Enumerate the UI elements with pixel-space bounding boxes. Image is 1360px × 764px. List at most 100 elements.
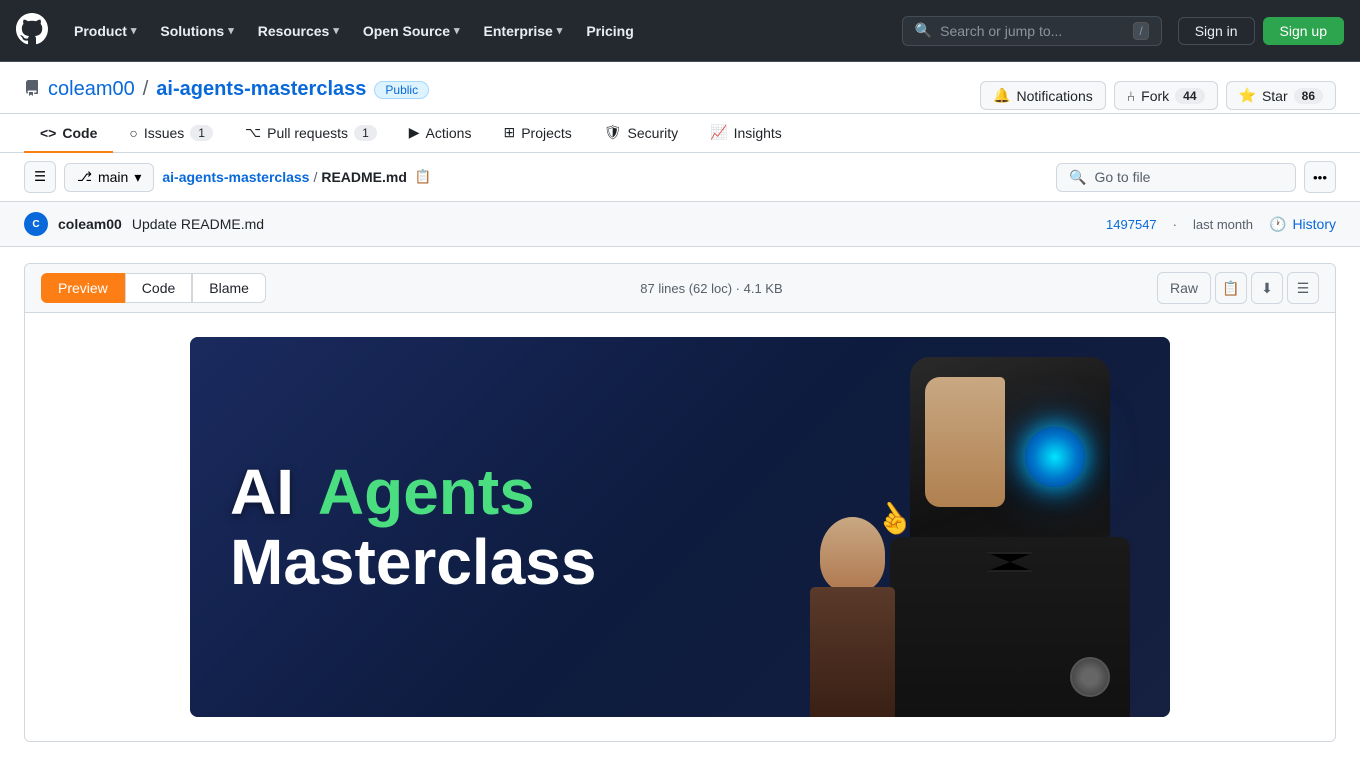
- commit-right: 1497547 · last month 🕐 History: [1106, 216, 1336, 233]
- tab-security[interactable]: 🛡 Security: [588, 114, 694, 153]
- copy-content-button[interactable]: 📋: [1215, 272, 1247, 304]
- commit-left: C coleam00 Update README.md: [24, 212, 264, 236]
- fork-icon: ⑃: [1127, 88, 1135, 104]
- readme-content: AI Agents Masterclass: [25, 313, 1335, 741]
- chevron-down-icon: ▾: [333, 24, 339, 37]
- star-icon: ⭐: [1239, 87, 1256, 104]
- signup-button[interactable]: Sign up: [1263, 17, 1344, 45]
- repo-owner-link[interactable]: coleam00: [48, 78, 135, 101]
- sidebar-icon: ☰: [34, 169, 46, 185]
- file-viewer-header: Preview Code Blame 87 lines (62 loc) · 4…: [25, 264, 1335, 313]
- file-metadata: 87 lines (62 loc) · 4.1 KB: [640, 281, 782, 296]
- file-view-tabs: Preview Code Blame: [41, 273, 266, 303]
- chevron-down-icon: ▾: [131, 24, 137, 37]
- nav-pricing[interactable]: Pricing: [576, 17, 643, 45]
- github-logo[interactable]: [16, 13, 48, 48]
- notifications-button[interactable]: 🔔 Notifications: [980, 81, 1106, 110]
- raw-button[interactable]: Raw: [1157, 272, 1211, 304]
- robot-eye: [1025, 427, 1085, 487]
- file-viewer: Preview Code Blame 87 lines (62 loc) · 4…: [24, 263, 1336, 742]
- bell-icon: 🔔: [993, 87, 1010, 104]
- nav-open-source[interactable]: Open Source ▾: [353, 17, 470, 45]
- ellipsis-icon: •••: [1313, 170, 1327, 185]
- person-figure: [810, 517, 910, 717]
- commit-sha[interactable]: 1497547: [1106, 217, 1157, 232]
- more-options-button[interactable]: •••: [1304, 161, 1336, 193]
- tab-issues[interactable]: ○ Issues 1: [113, 115, 229, 153]
- tab-code-view[interactable]: Code: [125, 273, 192, 303]
- breadcrumb-file: README.md: [321, 169, 407, 185]
- banner-line1: AI Agents: [230, 457, 750, 527]
- actions-icon: ▶: [409, 124, 420, 141]
- nav-enterprise[interactable]: Enterprise ▾: [474, 17, 573, 45]
- avatar: C: [24, 212, 48, 236]
- list-icon: ☰: [1297, 280, 1310, 297]
- chest-piece: [1070, 657, 1110, 697]
- chevron-down-icon: ▾: [134, 169, 141, 186]
- banner-line3: Masterclass: [230, 527, 750, 597]
- commit-time-text: last month: [1193, 217, 1253, 232]
- repo-action-buttons: 🔔 Notifications ⑃ Fork 44 ⭐ Star 86: [980, 81, 1336, 110]
- repo-header: coleam00 / ai-agents-masterclass Public …: [0, 62, 1360, 114]
- projects-icon: ⊞: [503, 124, 515, 141]
- tab-preview[interactable]: Preview: [41, 273, 125, 303]
- tab-blame[interactable]: Blame: [192, 273, 266, 303]
- topnav-items: Product ▾ Solutions ▾ Resources ▾ Open S…: [64, 17, 902, 45]
- sidebar-toggle-button[interactable]: ☰: [24, 161, 56, 193]
- commit-author[interactable]: coleam00: [58, 216, 122, 232]
- person-body: [810, 587, 895, 717]
- chevron-down-icon: ▾: [557, 24, 563, 37]
- repo-name-link[interactable]: ai-agents-masterclass: [156, 78, 366, 101]
- download-button[interactable]: ⬇: [1251, 272, 1283, 304]
- robot-body: [890, 537, 1130, 717]
- topnav-auth: Sign in Sign up: [1178, 17, 1344, 45]
- list-view-button[interactable]: ☰: [1287, 272, 1319, 304]
- commit-time: ·: [1173, 217, 1177, 232]
- issues-icon: ○: [129, 125, 137, 141]
- breadcrumb-repo-link[interactable]: ai-agents-masterclass: [162, 169, 309, 185]
- chevron-down-icon: ▾: [454, 24, 460, 37]
- shield-icon: 🛡: [604, 124, 622, 141]
- fork-button[interactable]: ⑃ Fork 44: [1114, 81, 1218, 110]
- readme-banner-image: AI Agents Masterclass: [190, 337, 1170, 717]
- top-nav: Product ▾ Solutions ▾ Resources ▾ Open S…: [0, 0, 1360, 62]
- commit-message: Update README.md: [132, 216, 264, 232]
- nav-product[interactable]: Product ▾: [64, 17, 146, 45]
- commit-info-row: C coleam00 Update README.md 1497547 · la…: [0, 202, 1360, 247]
- branch-icon: ⎇: [77, 169, 92, 185]
- ai-agents-banner: AI Agents Masterclass: [190, 337, 1170, 717]
- pr-icon: ⌥: [245, 124, 261, 141]
- banner-robot-area: ☝️: [790, 337, 1170, 717]
- nav-resources[interactable]: Resources ▾: [248, 17, 349, 45]
- breadcrumb: ai-agents-masterclass / README.md 📋: [162, 165, 1048, 189]
- repo-icon: [24, 80, 40, 99]
- chevron-down-icon: ▾: [228, 24, 234, 37]
- insights-icon: 📈: [710, 124, 727, 141]
- repo-visibility-badge: Public: [374, 81, 429, 99]
- code-icon: <>: [40, 125, 56, 141]
- star-button[interactable]: ⭐ Star 86: [1226, 81, 1336, 110]
- robot-human-face: [925, 377, 1005, 507]
- search-bar[interactable]: 🔍 Search or jump to... /: [902, 16, 1162, 46]
- download-icon: ⬇: [1261, 280, 1273, 297]
- tab-projects[interactable]: ⊞ Projects: [487, 114, 587, 153]
- copy-path-button[interactable]: 📋: [411, 165, 436, 189]
- goto-file-search[interactable]: 🔍 Go to file: [1056, 163, 1296, 192]
- branch-selector[interactable]: ⎇ main ▾: [64, 163, 154, 192]
- search-icon: 🔍: [915, 22, 932, 39]
- tab-pull-requests[interactable]: ⌥ Pull requests 1: [229, 114, 393, 153]
- history-button[interactable]: 🕐 History: [1269, 216, 1336, 233]
- file-action-buttons: Raw 📋 ⬇ ☰: [1157, 272, 1319, 304]
- bowtie: [985, 552, 1035, 572]
- tab-insights[interactable]: 📈 Insights: [694, 114, 798, 153]
- nav-solutions[interactable]: Solutions ▾: [150, 17, 243, 45]
- banner-text: AI Agents Masterclass: [190, 337, 790, 717]
- copy-icon: 📋: [1222, 280, 1239, 297]
- tab-code[interactable]: <> Code: [24, 115, 113, 153]
- file-nav-bar: ☰ ⎇ main ▾ ai-agents-masterclass / READM…: [0, 153, 1360, 202]
- person-head: [820, 517, 885, 592]
- signin-button[interactable]: Sign in: [1178, 17, 1255, 45]
- robot-composite: ☝️: [810, 337, 1170, 717]
- history-icon: 🕐: [1269, 216, 1286, 233]
- tab-actions[interactable]: ▶ Actions: [393, 114, 488, 153]
